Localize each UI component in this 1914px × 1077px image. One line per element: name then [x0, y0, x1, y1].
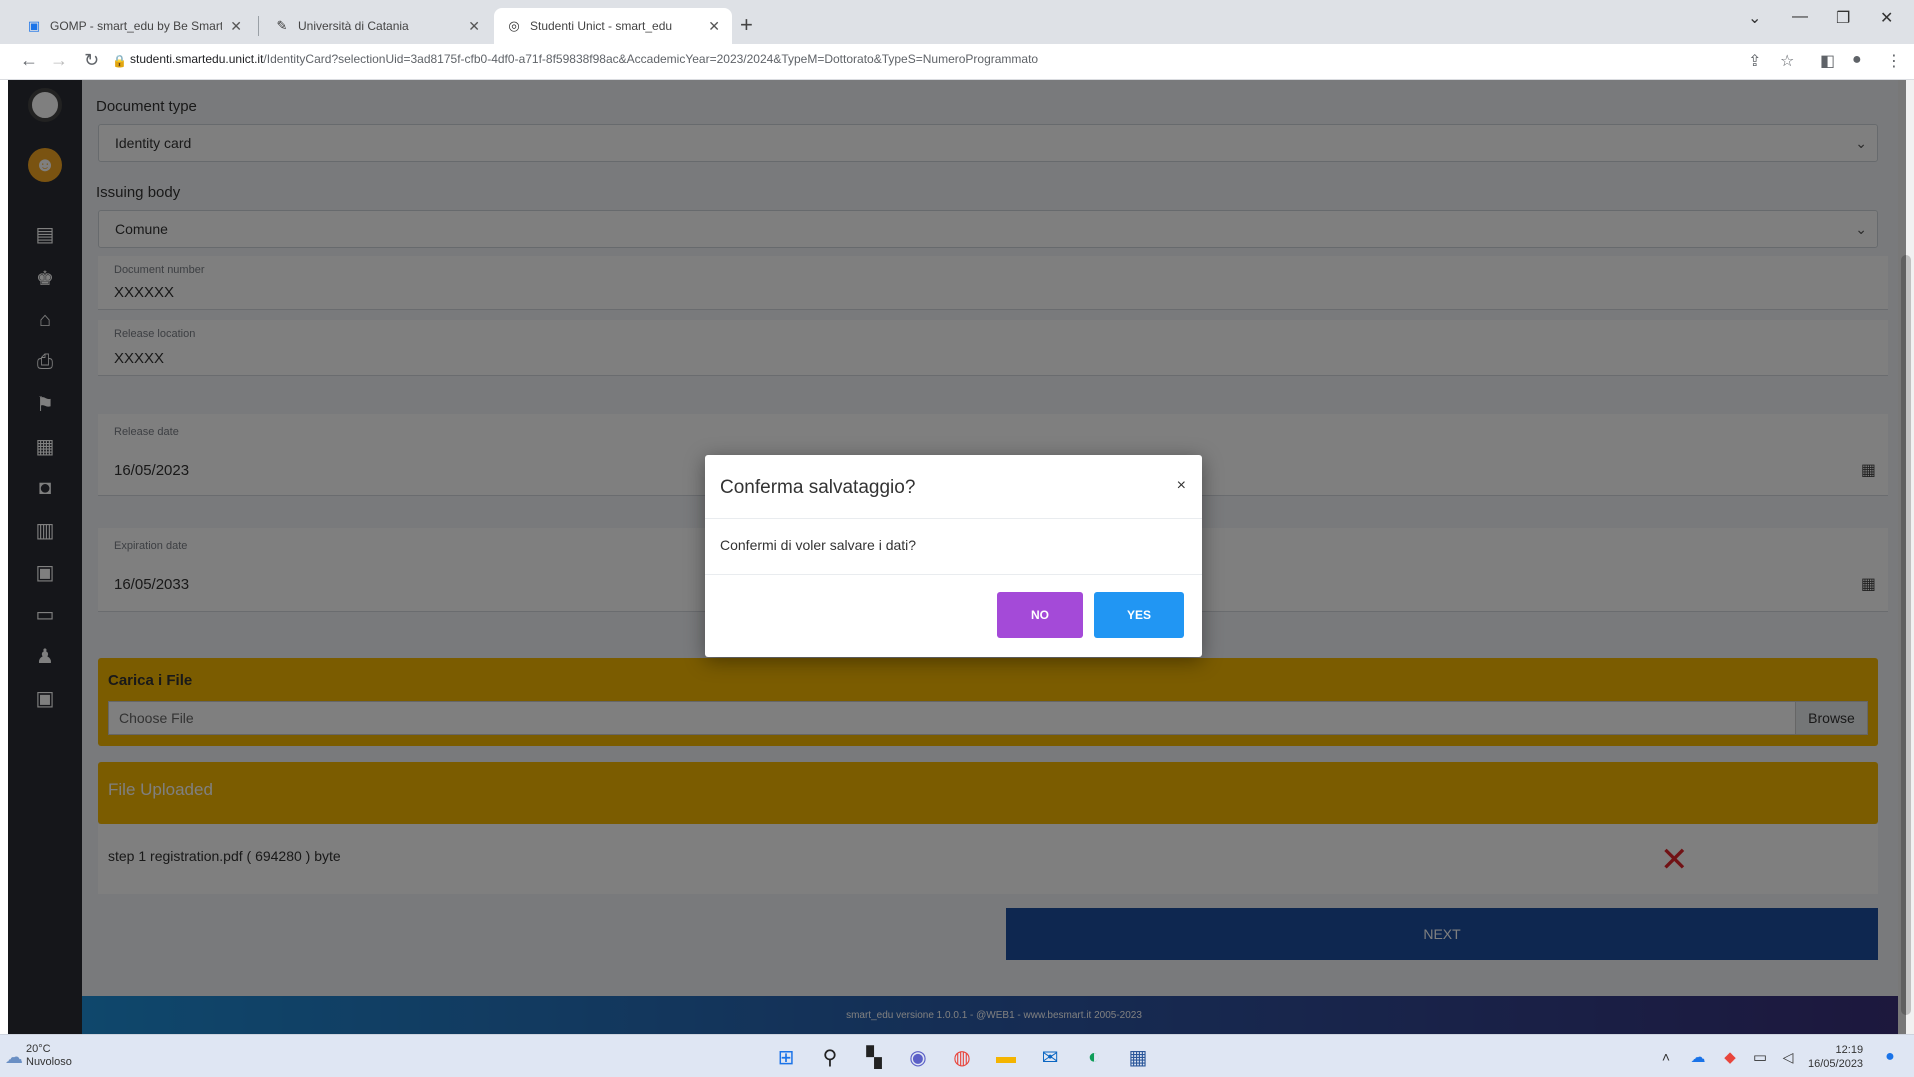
- tab-gomp[interactable]: ▣ GOMP - smart_edu by Be Smart ✕: [14, 8, 254, 44]
- no-button[interactable]: NO: [997, 592, 1083, 638]
- gomp-icon: ▣: [27, 18, 41, 33]
- word-icon[interactable]: ▦: [1124, 1043, 1152, 1071]
- url-host: studenti.smartedu.unict.it: [130, 52, 264, 66]
- menu-icon[interactable]: ⋮: [1886, 51, 1902, 71]
- clock-time: 12:19: [1835, 1044, 1864, 1056]
- yes-button[interactable]: YES: [1094, 592, 1184, 638]
- weather-text: Nuvoloso: [26, 1056, 72, 1068]
- chevron-up-icon[interactable]: ˄: [1652, 1043, 1680, 1071]
- dialog-header: Conferma salvataggio? ×: [705, 455, 1202, 519]
- dialog-message: Confermi di voler salvare i dati?: [720, 537, 917, 553]
- dialog-body: Confermi di voler salvare i dati?: [705, 519, 1202, 575]
- close-icon[interactable]: ×: [1177, 477, 1186, 495]
- window-close-icon[interactable]: ✕: [1880, 8, 1893, 28]
- file-explorer-icon[interactable]: ▬: [992, 1043, 1020, 1071]
- tab-label: Studenti Unict - smart_edu: [530, 19, 673, 33]
- close-icon[interactable]: ✕: [708, 18, 720, 35]
- chrome-icon[interactable]: ◍: [948, 1043, 976, 1071]
- url-path: /IdentityCard?selectionUid=3ad8175f-cfb0…: [263, 52, 1039, 66]
- temperature: 20°C: [26, 1043, 51, 1055]
- dialog-title: Conferma salvataggio?: [720, 477, 916, 498]
- chat-icon[interactable]: ◉: [904, 1043, 932, 1071]
- outlook-icon[interactable]: ✉: [1036, 1043, 1064, 1071]
- back-icon[interactable]: ←: [20, 50, 38, 71]
- cloud-icon: ☁: [5, 1046, 23, 1067]
- notification-icon[interactable]: ●: [1876, 1043, 1904, 1071]
- tab-label: GOMP - smart_edu by Be Smart: [50, 19, 223, 33]
- confirm-dialog: Conferma salvataggio? × Confermi di vole…: [705, 455, 1202, 657]
- address-bar: ← → ↻ 🔒 studenti.smartedu.unict.it/Ident…: [0, 44, 1914, 80]
- speaker-icon[interactable]: ◁: [1774, 1043, 1802, 1071]
- unict-icon: ✎: [276, 18, 288, 33]
- close-icon[interactable]: ✕: [468, 18, 480, 35]
- tab-label: Università di Catania: [298, 19, 409, 33]
- task-view-icon[interactable]: ▚: [860, 1043, 888, 1071]
- search-icon[interactable]: ⚲: [816, 1043, 844, 1071]
- globe-icon: ◎: [508, 18, 520, 33]
- star-icon[interactable]: ☆: [1780, 51, 1794, 71]
- app-tray-icon[interactable]: ◆: [1716, 1043, 1744, 1071]
- sidepanel-icon[interactable]: ◧: [1820, 51, 1835, 71]
- tab-unict[interactable]: ✎ Università di Catania ✕: [262, 8, 492, 44]
- weather-widget[interactable]: 20°C Nuvoloso: [26, 1043, 72, 1069]
- tab-search-icon[interactable]: ⌄: [1748, 8, 1761, 28]
- clock[interactable]: 12:19 16/05/2023: [1808, 1043, 1863, 1071]
- windows-start-icon[interactable]: ⊞: [772, 1043, 800, 1071]
- minimize-icon[interactable]: —: [1792, 8, 1808, 26]
- onedrive-icon[interactable]: ☁: [1684, 1043, 1712, 1071]
- edge-icon[interactable]: ◐: [1080, 1043, 1108, 1071]
- tab-separator: [258, 16, 259, 36]
- restore-icon[interactable]: ❐: [1836, 8, 1850, 28]
- new-tab-button[interactable]: +: [740, 12, 753, 38]
- clock-date: 16/05/2023: [1808, 1058, 1864, 1070]
- share-icon[interactable]: ⇪: [1748, 51, 1761, 71]
- url-field[interactable]: studenti.smartedu.unict.it/IdentityCard?…: [130, 52, 1038, 66]
- taskbar: ☁ 20°C Nuvoloso ⊞ ⚲ ▚ ◉ ◍ ▬ ✉ ◐ ▦ ˄ ☁ ◆ …: [0, 1034, 1914, 1077]
- network-icon[interactable]: ▭: [1746, 1043, 1774, 1071]
- tab-studenti[interactable]: ◎ Studenti Unict - smart_edu ✕: [494, 8, 732, 44]
- forward-icon[interactable]: →: [50, 50, 68, 71]
- reload-icon[interactable]: ↻: [84, 50, 99, 71]
- browser-tab-bar: ▣ GOMP - smart_edu by Be Smart ✕ ✎ Unive…: [0, 0, 1914, 44]
- lock-icon: 🔒: [112, 54, 127, 68]
- close-icon[interactable]: ✕: [230, 18, 242, 35]
- profile-icon[interactable]: ●: [1852, 51, 1862, 69]
